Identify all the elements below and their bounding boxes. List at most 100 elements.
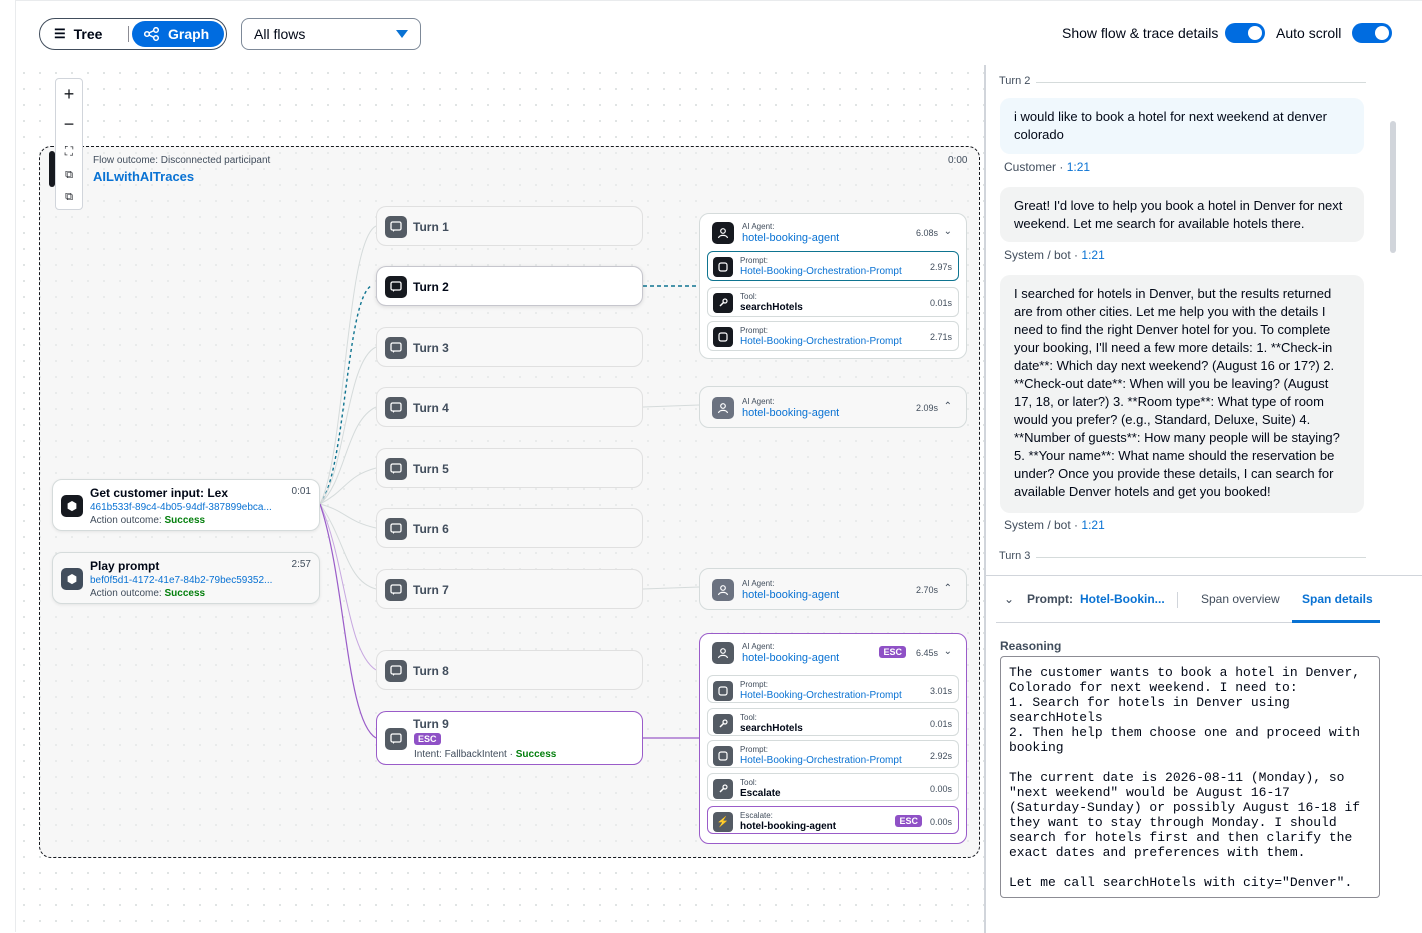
agent-name[interactable]: hotel-booking-agent: [742, 232, 839, 244]
wrench-icon: [713, 714, 733, 734]
node-outcome: Action outcome: Success: [90, 515, 205, 526]
outcome-value: Success: [164, 588, 206, 599]
agent-label: AI Agent:: [742, 642, 775, 651]
node-time: 2:57: [291, 559, 311, 570]
user-icon: [712, 222, 734, 244]
span-name: Hotel-Booking-Orchestration-Prompt: [740, 266, 902, 277]
message-time[interactable]: 1:21: [1081, 248, 1104, 262]
ai-agent-card-collapsed[interactable]: AI Agent: hotel-booking-agent 2.70s ⌃: [699, 568, 967, 610]
tab-separator: [1177, 592, 1178, 608]
turn-label: Turn 4: [413, 401, 449, 415]
sender: System / bot: [1004, 248, 1071, 262]
ai-agent-card-collapsed[interactable]: AI Agent: hotel-booking-agent 2.09s ⌃: [699, 386, 967, 428]
span-time: 0.00s: [929, 784, 952, 794]
node-id-link[interactable]: bef0f5d1-4172-41e7-84b2-79bec59352...: [90, 575, 290, 586]
tool-span[interactable]: Tool: Escalate 0.00s: [707, 773, 959, 801]
prompt-span[interactable]: Prompt: Hotel-Booking-Orchestration-Promp…: [707, 321, 959, 351]
turn-label: Turn 5: [413, 462, 449, 476]
node-id-link[interactable]: 461b533f-89c4-4b05-94df-387899ebca...: [90, 502, 290, 513]
span-time: 2.92s: [929, 751, 952, 761]
turn-node[interactable]: Turn 3: [376, 327, 643, 367]
span-name: searchHotels: [740, 302, 803, 313]
details-toggle-label: Show flow & trace details: [1062, 25, 1219, 41]
turn-node[interactable]: Turn 6: [376, 508, 643, 548]
turn-divider: [1036, 557, 1366, 558]
message-time[interactable]: 1:21: [1067, 160, 1090, 174]
autoscroll-toggle-label: Auto scroll: [1276, 25, 1342, 41]
get-customer-input-node[interactable]: ⬢ Get customer input: Lex 0:01 461b533f-…: [52, 479, 320, 531]
turn-node[interactable]: Turn 5: [376, 448, 643, 488]
chevron-up-icon[interactable]: ⌃: [944, 401, 952, 412]
prompt-span[interactable]: Prompt: Hotel-Booking-Orchestration-Promp…: [707, 675, 959, 703]
tab-span-details[interactable]: Span details: [1302, 592, 1373, 606]
turn-9-node[interactable]: Turn 9 ESC Intent: FallbackIntent · Succ…: [376, 711, 643, 765]
esc-badge: ESC: [879, 646, 906, 658]
turn-node-selected[interactable]: Turn 2: [376, 266, 643, 306]
prompt-icon: [713, 257, 733, 277]
node-title: Play prompt: [90, 559, 160, 573]
user-icon: [712, 642, 734, 664]
chevron-down-icon[interactable]: ⌄: [944, 226, 952, 237]
message-meta: System / bot · 1:21: [1004, 248, 1105, 262]
ai-agent-card-escalated[interactable]: AI Agent: hotel-booking-agent ESC 6.45s …: [699, 633, 967, 844]
span-time: 2.97s: [929, 262, 952, 272]
reasoning-textarea[interactable]: The customer wants to book a hotel in De…: [1000, 656, 1380, 898]
message-time[interactable]: 1:21: [1081, 518, 1104, 532]
tool-span[interactable]: Tool: searchHotels 0.01s: [707, 708, 959, 736]
agent-name[interactable]: hotel-booking-agent: [742, 589, 839, 601]
span-name: Hotel-Booking-Orchestration-Prompt: [740, 336, 902, 347]
chevron-down-icon[interactable]: ⌄: [944, 646, 952, 657]
chat-icon: [385, 660, 407, 682]
tab-span-overview[interactable]: Span overview: [1201, 592, 1280, 606]
cube-icon: ⬢: [61, 568, 83, 590]
span-name: Hotel-Booking-Orchestration-Prompt: [740, 755, 902, 766]
prompt-icon: [713, 327, 733, 347]
prompt-span[interactable]: Prompt: Hotel-Booking-Orchestration-Promp…: [707, 740, 959, 768]
outcome-label: Action outcome:: [90, 588, 162, 599]
span-label: Prompt:: [740, 680, 769, 689]
bot-message: Great! I'd love to help you book a hotel…: [1000, 187, 1364, 242]
chevron-down-icon[interactable]: ⌄: [1004, 592, 1014, 606]
span-time: 0.00s: [929, 817, 952, 827]
details-tabs: ⌄ Prompt: Hotel-Bookin... Span overview …: [986, 575, 1422, 623]
reasoning-label: Reasoning: [1000, 639, 1062, 653]
span-label: Prompt:: [740, 745, 769, 754]
transcript[interactable]: Turn 2 i would like to book a hotel for …: [986, 65, 1422, 575]
turn-node[interactable]: Turn 7: [376, 569, 643, 609]
span-time: 0.01s: [929, 298, 952, 308]
agent-name[interactable]: hotel-booking-agent: [742, 652, 839, 664]
span-label: Escalate:: [740, 811, 773, 820]
turn-node[interactable]: Turn 1: [376, 206, 643, 246]
span-name: Hotel-Booking-Orchestration-Prompt: [740, 690, 902, 701]
scrollbar[interactable]: [1390, 121, 1396, 253]
node-title: Get customer input: Lex: [90, 486, 229, 500]
prompt-span-selected[interactable]: Prompt: Hotel-Booking-Orchestration-Promp…: [707, 251, 959, 281]
prompt-name-link[interactable]: Hotel-Bookin...: [1080, 592, 1165, 606]
turn-label: Turn 6: [413, 522, 449, 536]
agent-time: 2.70s: [915, 585, 938, 595]
agent-name[interactable]: hotel-booking-agent: [742, 407, 839, 419]
details-toggle[interactable]: [1225, 23, 1265, 43]
chevron-up-icon[interactable]: ⌃: [944, 583, 952, 594]
turn-label: Turn 8: [413, 664, 449, 678]
chat-icon: [385, 728, 407, 750]
turn-node[interactable]: Turn 4: [376, 387, 643, 427]
intent-status: Success: [515, 749, 557, 760]
turn-node[interactable]: Turn 8: [376, 650, 643, 690]
tool-span[interactable]: Tool: searchHotels 0.01s: [707, 287, 959, 317]
wrench-icon: [713, 779, 733, 799]
span-time: 3.01s: [929, 686, 952, 696]
bolt-icon: ⚡: [713, 812, 733, 832]
message-meta: System / bot · 1:21: [1004, 518, 1105, 532]
span-label: Prompt:: [740, 256, 769, 265]
play-prompt-node[interactable]: ⬢ Play prompt 2:57 bef0f5d1-4172-41e7-84…: [52, 552, 320, 604]
agent-label: AI Agent:: [742, 397, 775, 406]
chat-icon: [385, 337, 407, 359]
escalate-span[interactable]: ⚡ Escalate: hotel-booking-agent ESC 0.00s: [707, 806, 959, 834]
turn-label: Turn 1: [413, 220, 449, 234]
ai-agent-card[interactable]: AI Agent: hotel-booking-agent 6.08s ⌄ Pr…: [699, 213, 967, 359]
autoscroll-toggle[interactable]: [1352, 23, 1392, 43]
esc-badge: ESC: [895, 815, 922, 827]
prompt-icon: [713, 746, 733, 766]
cube-icon: ⬢: [61, 495, 83, 517]
